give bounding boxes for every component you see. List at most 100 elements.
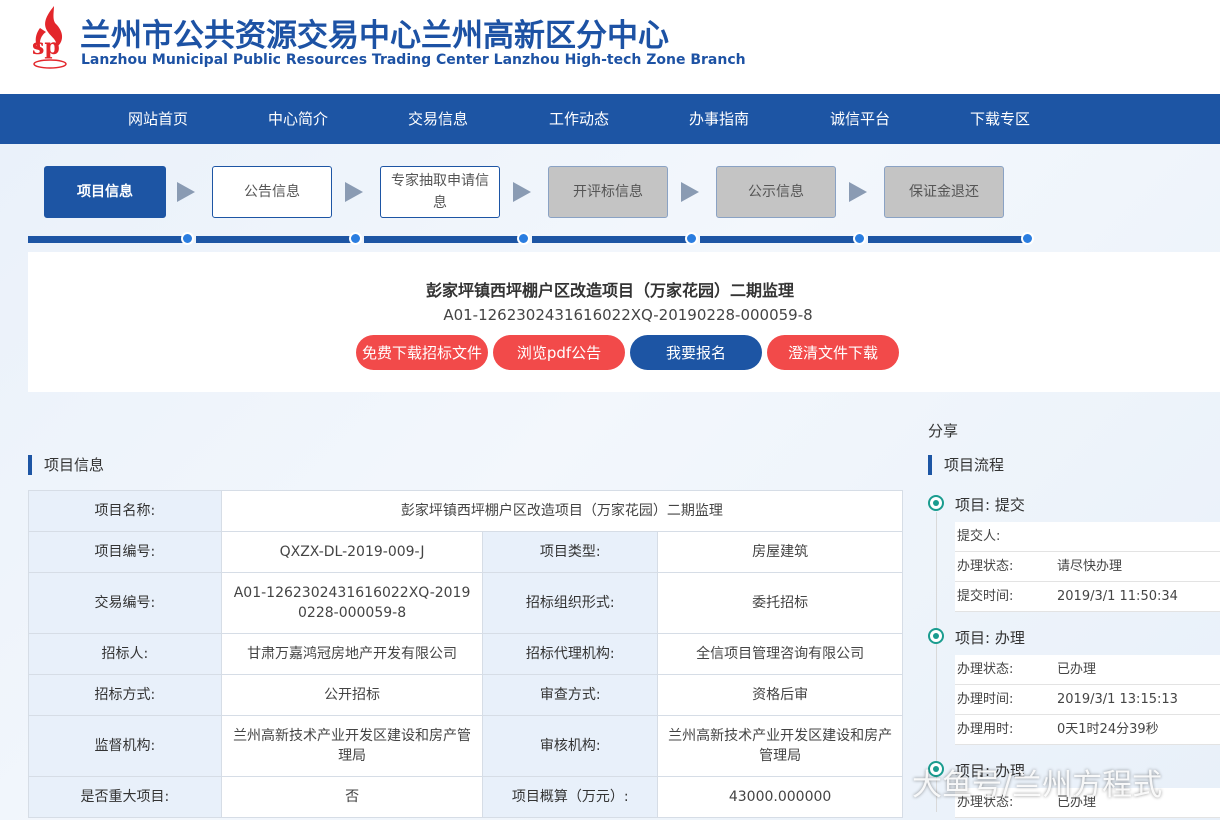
table-value: 甘肃万嘉鸿冠房地产开发有限公司 [220, 633, 484, 675]
step-arrow-icon [849, 182, 867, 202]
progress-dot [853, 232, 866, 245]
step-bid-opening[interactable]: 开评标信息 [548, 166, 668, 218]
table-label: 项目编号: [28, 531, 222, 573]
table-value: 兰州高新技术产业开发区建设和房产管理局 [657, 715, 903, 777]
nav-item-credit[interactable]: 诚信平台 [810, 94, 910, 144]
download-tender-file-button[interactable]: 免费下载招标文件 [356, 335, 488, 370]
step-arrow-icon [345, 182, 363, 202]
table-label: 交易编号: [28, 572, 222, 634]
flow-row-value: 0天1时24分39秒 [1057, 722, 1159, 737]
flow-row: 办理用时: 0天1时24分39秒 [955, 715, 1220, 745]
flow-row-key: 办理状态: [957, 559, 1014, 574]
step-arrow-icon [177, 182, 195, 202]
step-deposit-refund[interactable]: 保证金退还 [884, 166, 1004, 218]
table-label: 招标代理机构: [482, 633, 659, 675]
site-logo-icon: sp [32, 6, 67, 69]
table-value: 公开招标 [220, 674, 484, 716]
progress-segment [196, 236, 351, 243]
table-value: 彭家坪镇西坪棚户区改造项目（万家花园）二期监理 [220, 490, 904, 532]
step-arrow-icon [513, 182, 531, 202]
site-header: sp 兰州市公共资源交易中心兰州高新区分中心 Lanzhou Municipal… [0, 0, 1220, 94]
table-value: 房屋建筑 [657, 531, 903, 573]
flow-row-value: 2019/3/1 11:50:34 [1057, 589, 1178, 604]
table-label: 项目名称: [28, 490, 222, 532]
table-label: 审查方式: [482, 674, 659, 716]
progress-dot [517, 232, 530, 245]
step-publicity[interactable]: 公示信息 [716, 166, 836, 218]
progress-segment [364, 236, 519, 243]
progress-dot [1021, 232, 1034, 245]
nav-item-trade-info[interactable]: 交易信息 [388, 94, 488, 144]
step-project-info[interactable]: 项目信息 [44, 166, 166, 218]
table-value: 资格后审 [657, 674, 903, 716]
table-label: 审核机构: [482, 715, 659, 777]
table-row: 是否重大项目: 否 项目概算（万元）: 43000.000000 [28, 776, 903, 818]
table-value: A01-1262302431616022XQ-20190228-000059-8 [220, 572, 484, 634]
site-title-cn: 兰州市公共资源交易中心兰州高新区分中心 [80, 18, 669, 54]
flow-row-key: 提交人: [957, 529, 1001, 544]
table-label: 是否重大项目: [28, 776, 222, 818]
table-value: 兰州高新技术产业开发区建设和房产管理局 [220, 715, 484, 777]
flow-row: 办理时间: 2019/3/1 13:15:13 [955, 685, 1220, 715]
nav-item-guide[interactable]: 办事指南 [669, 94, 769, 144]
section-title-project-info: 项目信息 [28, 455, 104, 475]
table-value: 全信项目管理咨询有限公司 [657, 633, 903, 675]
main-nav: 网站首页 中心简介 交易信息 工作动态 办事指南 诚信平台 下载专区 [0, 94, 1220, 144]
flow-row: 办理状态: 请尽快办理 [955, 552, 1220, 582]
table-value: 否 [220, 776, 484, 818]
table-row: 项目名称: 彭家坪镇西坪棚户区改造项目（万家花园）二期监理 [28, 490, 904, 532]
table-row: 招标方式: 公开招标 审查方式: 资格后审 [28, 674, 903, 716]
flow-row-key: 办理状态: [957, 662, 1014, 677]
table-label: 招标组织形式: [482, 572, 659, 634]
flow-row-value: 已办理 [1057, 662, 1097, 677]
table-row: 项目编号: QXZX-DL-2019-009-J 项目类型: 房屋建筑 [28, 531, 903, 573]
flow-row: 办理状态: 已办理 [955, 655, 1220, 685]
project-info-table: 项目名称: 彭家坪镇西坪棚户区改造项目（万家花园）二期监理 项目编号: QXZX… [28, 490, 904, 818]
step-arrow-icon [681, 182, 699, 202]
flow-step-submit: 项目: 提交 [955, 496, 1025, 514]
project-code: A01-1262302431616022XQ-20190228-000059-8 [443, 306, 813, 324]
nav-item-about[interactable]: 中心简介 [248, 94, 348, 144]
flow-row-key: 办理时间: [957, 692, 1014, 707]
flow-row-key: 提交时间: [957, 589, 1014, 604]
progress-segment [28, 236, 183, 243]
timeline-node-icon [928, 495, 944, 511]
table-row: 招标人: 甘肃万嘉鸿冠房地产开发有限公司 招标代理机构: 全信项目管理咨询有限公… [28, 633, 903, 675]
table-value: QXZX-DL-2019-009-J [220, 531, 484, 573]
progress-dot [349, 232, 362, 245]
clarification-download-button[interactable]: 澄清文件下载 [767, 335, 899, 370]
flow-row: 提交时间: 2019/3/1 11:50:34 [955, 582, 1220, 612]
progress-segment [532, 236, 687, 243]
table-label: 招标人: [28, 633, 222, 675]
flow-step-handle: 项目: 办理 [955, 629, 1025, 647]
table-label: 招标方式: [28, 674, 222, 716]
flow-row-value: 2019/3/1 13:15:13 [1057, 692, 1178, 707]
table-label: 监督机构: [28, 715, 222, 777]
project-title: 彭家坪镇西坪棚户区改造项目（万家花园）二期监理 [425, 281, 794, 300]
flow-row: 提交人: [955, 522, 1220, 552]
table-value: 委托招标 [657, 572, 903, 634]
share-link[interactable]: 分享 [928, 420, 958, 441]
table-value: 43000.000000 [657, 776, 903, 818]
nav-item-downloads[interactable]: 下载专区 [950, 94, 1050, 144]
nav-item-news[interactable]: 工作动态 [529, 94, 629, 144]
flow-row-value: 请尽快办理 [1057, 559, 1123, 574]
progress-dot [685, 232, 698, 245]
progress-dot [181, 232, 194, 245]
timeline-node-icon [928, 628, 944, 644]
table-row: 交易编号: A01-1262302431616022XQ-20190228-00… [28, 572, 903, 634]
table-label: 项目类型: [482, 531, 659, 573]
progress-segment [868, 236, 1023, 243]
step-notice-info[interactable]: 公告信息 [212, 166, 332, 218]
table-label: 项目概算（万元）: [482, 776, 659, 818]
nav-item-home[interactable]: 网站首页 [108, 94, 208, 144]
progress-segment [700, 236, 855, 243]
signup-button[interactable]: 我要报名 [630, 335, 762, 370]
flow-row-key: 办理用时: [957, 722, 1014, 737]
step-expert-request[interactable]: 专家抽取申请信息 [380, 166, 500, 218]
table-row: 监督机构: 兰州高新技术产业开发区建设和房产管理局 审核机构: 兰州高新技术产业… [28, 715, 903, 777]
watermark: 大鱼号/兰州方程式 [912, 768, 1163, 803]
svg-text:sp: sp [32, 34, 60, 60]
site-title-en: Lanzhou Municipal Public Resources Tradi… [81, 52, 746, 68]
view-pdf-notice-button[interactable]: 浏览pdf公告 [493, 335, 625, 370]
